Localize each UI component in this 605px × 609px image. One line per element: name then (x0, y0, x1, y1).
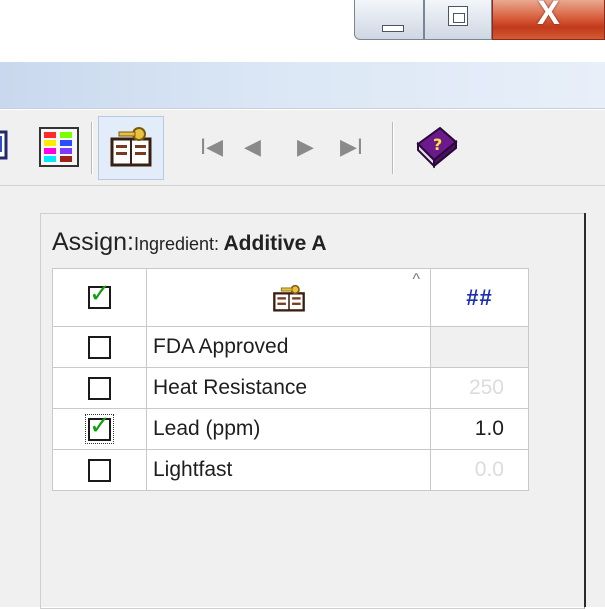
table-row[interactable]: Heat Resistance 250 (52, 367, 529, 409)
next-record-icon[interactable]: ▶ (297, 136, 314, 158)
value-column-label: ## (466, 284, 493, 310)
sort-ascending-icon: ^ (412, 271, 420, 288)
property-value[interactable] (430, 326, 529, 368)
header-check-column[interactable] (52, 268, 147, 327)
maximize-icon (448, 6, 468, 26)
assign-heading: Assign:Ingredient: Additive A (52, 228, 327, 258)
title-bar: X (0, 0, 605, 46)
row-checkbox[interactable] (88, 411, 111, 441)
header-property-column[interactable]: ^ (146, 268, 431, 327)
property-name: Lead (ppm) (146, 408, 431, 450)
property-value[interactable]: 1.0 (430, 408, 529, 450)
ingredient-name: Additive A (223, 232, 327, 255)
property-value[interactable]: 250 (430, 367, 529, 409)
property-grid: ^ ## FDA Approved Heat Resistance 250 Le… (52, 268, 529, 491)
key-book-icon (272, 284, 305, 312)
ingredient-label: Ingredient: (133, 234, 220, 254)
toolbar: I◀ ◀ ▶ ▶I ? (0, 110, 605, 186)
property-name: Heat Resistance (146, 367, 431, 409)
focus-rect (85, 411, 114, 444)
header-value-column[interactable]: ## (430, 268, 529, 327)
menu-band (0, 62, 605, 109)
first-record-icon[interactable]: I◀ (200, 136, 223, 158)
minimize-button[interactable] (354, 0, 424, 40)
table-row[interactable]: Lightfast 0.0 (52, 449, 529, 491)
property-name: Lightfast (146, 449, 431, 491)
row-checkbox[interactable] (88, 335, 111, 359)
key-book-icon (110, 127, 152, 167)
close-button[interactable]: X (492, 0, 605, 40)
partial-toolbar-icon[interactable] (0, 126, 14, 168)
close-icon: X (537, 0, 560, 32)
maximize-button[interactable] (424, 0, 492, 40)
grid-header-row: ^ ## (52, 268, 529, 327)
svg-text:?: ? (433, 135, 442, 154)
color-palette-icon[interactable] (38, 126, 80, 168)
row-checkbox[interactable] (88, 376, 111, 400)
last-record-icon[interactable]: ▶I (340, 136, 363, 158)
row-checkbox[interactable] (88, 458, 111, 482)
table-row[interactable]: Lead (ppm) 1.0 (52, 408, 529, 450)
select-all-checkbox-icon[interactable] (88, 279, 111, 310)
assign-label: Assign: (52, 228, 134, 256)
previous-record-icon[interactable]: ◀ (244, 136, 261, 158)
help-book-icon[interactable]: ? (412, 124, 460, 170)
property-value[interactable]: 0.0 (430, 449, 529, 491)
table-row[interactable]: FDA Approved (52, 326, 529, 368)
minimize-icon (382, 25, 404, 32)
property-name: FDA Approved (146, 326, 431, 368)
key-book-button[interactable] (98, 116, 164, 180)
